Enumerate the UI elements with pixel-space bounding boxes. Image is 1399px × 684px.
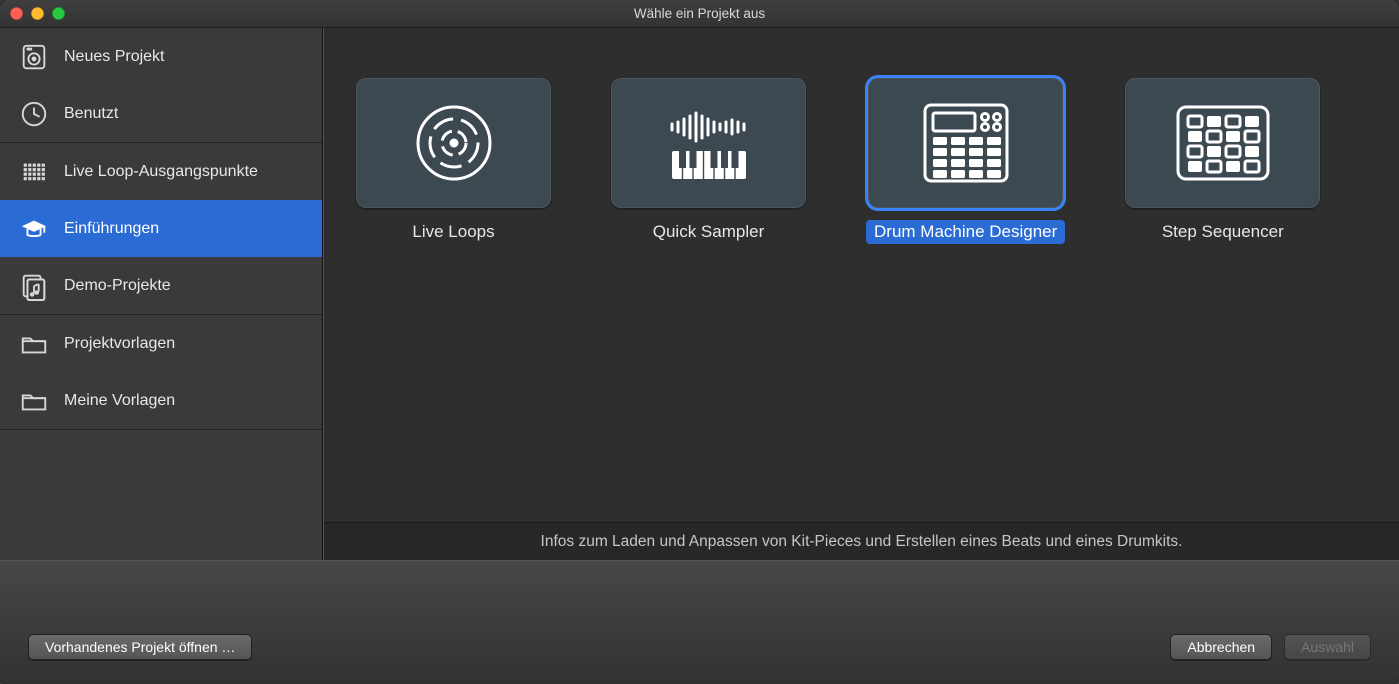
template-stepseq[interactable]: Step Sequencer [1125,78,1320,244]
docmusic-icon [18,270,50,302]
content-pane: Live Loops Quick Sampler Drum Machine Desi… [323,28,1399,560]
grid-icon [18,156,50,188]
sidebar-item-label: Einführungen [64,220,159,238]
sidebar: Neues Projekt Benutzt Live Loop-Ausgangspu… [0,28,323,560]
sidebar-item-folder[interactable]: Projektvorlagen [0,315,322,372]
sidebar-item-folder[interactable]: Meine Vorlagen [0,372,322,429]
template-label: Step Sequencer [1154,220,1292,244]
template-liveloops[interactable]: Live Loops [356,78,551,244]
window-controls [0,7,65,20]
project-chooser-window: Wähle ein Projekt aus Neues Projekt Benut… [0,0,1399,684]
titlebar: Wähle ein Projekt aus [0,0,1399,28]
open-existing-button[interactable]: Vorhandenes Projekt öffnen … [28,634,252,660]
template-label: Drum Machine Designer [866,220,1065,244]
folder-icon [18,385,50,417]
disk-icon [18,41,50,73]
template-grid: Live Loops Quick Sampler Drum Machine Desi… [324,28,1399,522]
folder-icon [18,328,50,360]
main-area: Neues Projekt Benutzt Live Loop-Ausgangspu… [0,28,1399,560]
footer: Vorhandenes Projekt öffnen … Abbrechen A… [0,560,1399,684]
maximize-window-icon[interactable] [52,7,65,20]
sidebar-item-label: Benutzt [64,105,118,123]
template-label: Quick Sampler [645,220,772,244]
choose-button[interactable]: Auswahl [1284,634,1371,660]
sidebar-item-clock[interactable]: Benutzt [0,85,322,142]
sidebar-item-gradcap[interactable]: Einführungen [0,200,322,257]
sidebar-item-label: Neues Projekt [64,48,165,66]
sidebar-item-label: Meine Vorlagen [64,392,175,410]
info-bar: Infos zum Laden und Anpassen von Kit-Pie… [324,522,1399,560]
template-thumbnail [868,78,1063,208]
template-thumbnail [1125,78,1320,208]
close-window-icon[interactable] [10,7,23,20]
window-title: Wähle ein Projekt aus [0,6,1399,21]
sidebar-item-label: Projektvorlagen [64,335,175,353]
sidebar-item-label: Live Loop-Ausgangspunkte [64,163,258,181]
gradcap-icon [18,213,50,245]
template-label: Live Loops [404,220,502,244]
sidebar-item-disk[interactable]: Neues Projekt [0,28,322,85]
template-quicksampler[interactable]: Quick Sampler [611,78,806,244]
sidebar-item-grid[interactable]: Live Loop-Ausgangspunkte [0,143,322,200]
clock-icon [18,98,50,130]
template-thumbnail [611,78,806,208]
template-thumbnail [356,78,551,208]
sidebar-item-docmusic[interactable]: Demo-Projekte [0,257,322,314]
template-drummachine[interactable]: Drum Machine Designer [866,78,1065,244]
sidebar-item-label: Demo-Projekte [64,277,171,295]
cancel-button[interactable]: Abbrechen [1170,634,1272,660]
minimize-window-icon[interactable] [31,7,44,20]
